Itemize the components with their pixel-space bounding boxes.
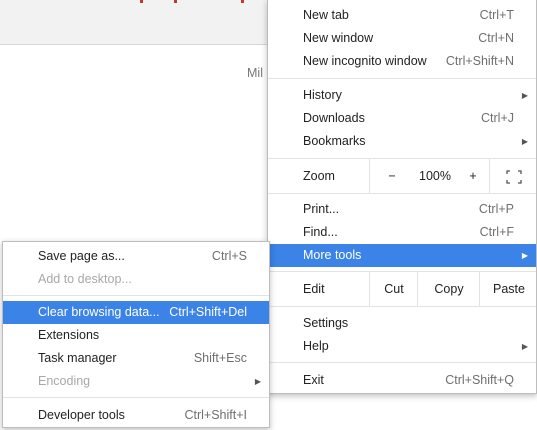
developer-tools-label: Developer tools: [38, 408, 125, 422]
submenu-item-developer-tools[interactable]: Developer tools Ctrl+Shift+I: [3, 404, 269, 427]
menu-item-downloads[interactable]: Downloads Ctrl+J: [268, 107, 536, 130]
task-manager-label: Task manager: [38, 351, 117, 365]
menu-item-history[interactable]: History ▶: [268, 84, 536, 107]
copy-button[interactable]: Copy: [417, 272, 480, 306]
new-window-label: New window: [303, 31, 374, 45]
developer-tools-shortcut: Ctrl+Shift+I: [184, 408, 247, 422]
downloads-label: Downloads: [303, 111, 365, 125]
clear-browsing-label: Clear browsing data...: [38, 305, 160, 319]
help-label: Help: [303, 339, 329, 353]
downloads-shortcut: Ctrl+J: [481, 111, 514, 125]
menu-item-new-window[interactable]: New window Ctrl+N: [268, 27, 536, 50]
edit-label: Edit: [303, 282, 325, 296]
menu-item-new-incognito[interactable]: New incognito window Ctrl+Shift+N: [268, 50, 536, 73]
page-background-text: Mil: [247, 66, 263, 80]
menu-separator: [3, 397, 269, 398]
menu-item-settings[interactable]: Settings: [268, 312, 536, 335]
cut-button[interactable]: Cut: [369, 272, 418, 306]
menu-item-new-tab[interactable]: New tab Ctrl+T: [268, 4, 536, 27]
chrome-main-menu: New tab Ctrl+T New window Ctrl+N New inc…: [267, 0, 537, 394]
exit-label: Exit: [303, 373, 324, 387]
zoom-label: Zoom: [303, 169, 335, 183]
save-page-shortcut: Ctrl+S: [211, 249, 247, 263]
edit-row: Edit Cut Copy Paste: [268, 272, 536, 306]
more-tools-label: More tools: [303, 248, 362, 262]
encoding-label: Encoding: [38, 374, 91, 388]
fullscreen-icon: [506, 170, 522, 184]
menu-item-print[interactable]: Print... Ctrl+P: [268, 198, 536, 221]
save-page-label: Save page as...: [38, 249, 125, 263]
zoom-level: 100%: [419, 169, 451, 183]
submenu-arrow-icon: ▶: [521, 137, 528, 146]
clear-browsing-shortcut: Ctrl+Shift+Del: [169, 305, 247, 319]
new-incognito-label: New incognito window: [303, 54, 427, 68]
menu-item-exit[interactable]: Exit Ctrl+Shift+Q: [268, 369, 536, 392]
new-incognito-shortcut: Ctrl+Shift+N: [445, 54, 514, 68]
more-tools-submenu: Save page as... Ctrl+S Add to desktop...…: [2, 241, 270, 428]
fullscreen-button[interactable]: [489, 159, 537, 193]
tab-strip-marks: [140, 0, 250, 3]
zoom-in-button[interactable]: +: [457, 159, 489, 193]
menu-item-help[interactable]: Help ▶: [268, 335, 536, 358]
paste-button[interactable]: Paste: [479, 272, 537, 306]
menu-separator: [268, 78, 536, 79]
task-manager-shortcut: Shift+Esc: [193, 351, 247, 365]
submenu-arrow-icon: ▶: [521, 91, 528, 100]
zoom-out-button[interactable]: −: [369, 159, 414, 193]
new-tab-shortcut: Ctrl+T: [479, 8, 514, 22]
find-shortcut: Ctrl+F: [479, 225, 514, 239]
print-shortcut: Ctrl+P: [478, 202, 514, 216]
menu-separator: [268, 306, 536, 307]
menu-item-more-tools[interactable]: More tools ▶: [268, 244, 536, 267]
zoom-row: Zoom − 100% +: [268, 159, 536, 193]
print-label: Print...: [303, 202, 340, 216]
menu-separator: [3, 295, 269, 296]
history-label: History: [303, 88, 342, 102]
submenu-item-task-manager[interactable]: Task manager Shift+Esc: [3, 347, 269, 370]
submenu-arrow-icon: ▶: [521, 251, 528, 260]
menu-separator: [268, 193, 536, 194]
submenu-item-clear-browsing-data[interactable]: Clear browsing data... Ctrl+Shift+Del: [3, 301, 269, 324]
new-window-shortcut: Ctrl+N: [478, 31, 514, 45]
bookmarks-label: Bookmarks: [303, 134, 366, 148]
menu-separator: [268, 362, 536, 363]
menu-item-find[interactable]: Find... Ctrl+F: [268, 221, 536, 244]
extensions-label: Extensions: [38, 328, 100, 342]
exit-shortcut: Ctrl+Shift+Q: [445, 373, 514, 387]
add-to-desktop-label: Add to desktop...: [38, 272, 132, 286]
settings-label: Settings: [303, 316, 349, 330]
submenu-item-encoding[interactable]: Encoding ▶: [3, 370, 269, 393]
submenu-arrow-icon: ▶: [521, 342, 528, 351]
menu-item-bookmarks[interactable]: Bookmarks ▶: [268, 130, 536, 153]
submenu-item-extensions[interactable]: Extensions: [3, 324, 269, 347]
find-label: Find...: [303, 225, 338, 239]
new-tab-label: New tab: [303, 8, 349, 22]
submenu-arrow-icon: ▶: [254, 377, 261, 386]
submenu-item-save-page[interactable]: Save page as... Ctrl+S: [3, 245, 269, 268]
submenu-item-add-to-desktop[interactable]: Add to desktop...: [3, 268, 269, 291]
